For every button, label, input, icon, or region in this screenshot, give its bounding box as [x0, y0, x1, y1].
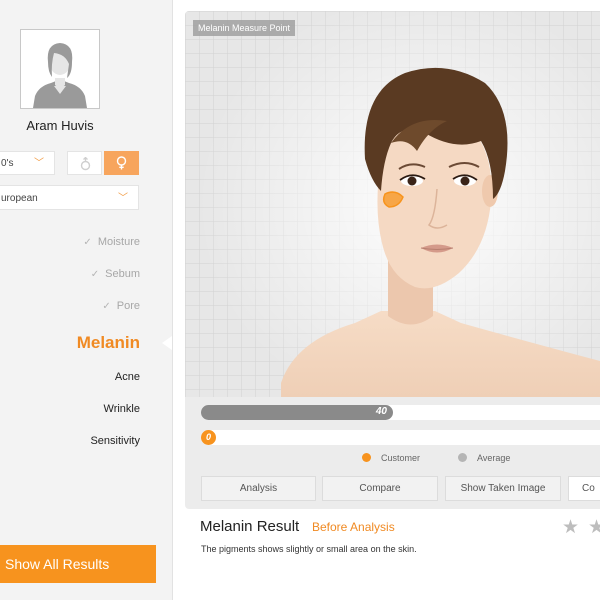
show-all-results-button[interactable]: Show All Results [0, 545, 156, 583]
ethnicity-select-value: uropean [1, 193, 38, 204]
menu-item-moisture[interactable]: ✓ Moisture [83, 236, 140, 248]
average-score-value: 0 [201, 430, 216, 445]
menu-item-label: Moisture [97, 236, 140, 248]
legend-average-label: Average [477, 453, 511, 463]
user-name: Aram Huvis [26, 118, 94, 133]
face-illustration [185, 11, 600, 397]
face-viewer: Melanin Measure Point [185, 11, 600, 397]
customer-score-bar: 40 [201, 405, 600, 420]
check-icon: ✓ [83, 237, 92, 248]
menu-item-acne[interactable]: Acne [115, 371, 140, 383]
sidebar: Aram Huvis 0's ﹀ uropean ﹀ ✓ Moisture ✓ Se… [0, 0, 173, 600]
legend-average: Average [458, 453, 510, 463]
customer-score-value: 40 [375, 406, 387, 417]
menu-item-pore[interactable]: ✓ Pore [102, 300, 140, 312]
show-taken-image-button[interactable]: Show Taken Image [445, 476, 561, 501]
legend-customer: Customer [362, 453, 420, 463]
female-icon [116, 156, 127, 170]
legend-dot-average [458, 453, 467, 462]
menu-item-sebum[interactable]: ✓ Sebum [91, 268, 140, 280]
gender-male-button[interactable] [67, 151, 102, 175]
legend-customer-label: Customer [381, 453, 421, 463]
compare-button[interactable]: Compare [322, 476, 438, 501]
chevron-down-icon: ﹀ [118, 193, 128, 204]
gender-female-button[interactable] [104, 151, 139, 175]
age-select-value: 0's [1, 158, 14, 169]
measure-point-label: Melanin Measure Point [193, 20, 296, 36]
avatar[interactable] [20, 29, 100, 109]
ethnicity-select[interactable]: uropean ﹀ [0, 185, 139, 210]
chevron-down-icon: ﹀ [34, 158, 44, 169]
active-indicator [162, 336, 172, 350]
menu-item-wrinkle[interactable]: Wrinkle [104, 403, 140, 415]
menu-item-label: Pore [116, 300, 140, 312]
result-title: Melanin Result [200, 518, 300, 535]
male-icon [80, 157, 91, 171]
analysis-button[interactable]: Analysis [201, 476, 316, 501]
star-icon[interactable]: ★ [588, 516, 600, 539]
average-score-bar: 0 [201, 430, 600, 445]
menu-item-melanin[interactable]: Melanin [77, 333, 140, 353]
continue-button[interactable]: Co [568, 476, 600, 501]
user-silhouette-icon [33, 43, 87, 108]
menu-item-sensitivity[interactable]: Sensitivity [90, 435, 140, 447]
check-icon: ✓ [90, 269, 100, 280]
analysis-panel: Melanin Measure Point 40 0 Customer Aver… [185, 11, 600, 509]
check-icon: ✓ [102, 301, 111, 312]
star-icon[interactable]: ★ [562, 516, 579, 539]
customer-score-fill: 40 [201, 405, 393, 420]
result-description: The pigments shows slightly or small are… [201, 544, 417, 554]
legend-dot-customer [362, 453, 371, 462]
result-status: Before Analysis [312, 520, 395, 534]
menu-item-label: Sebum [105, 268, 140, 280]
age-select[interactable]: 0's ﹀ [0, 151, 55, 175]
